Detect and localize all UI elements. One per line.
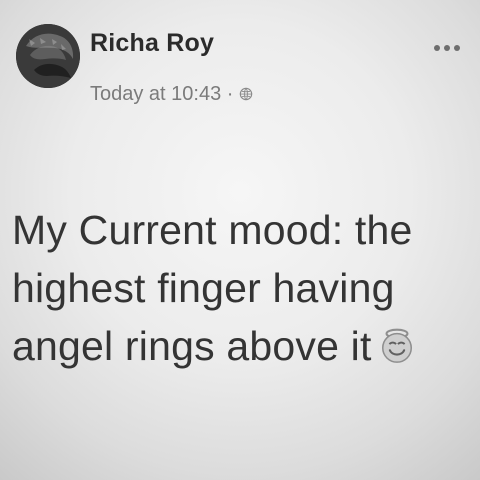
post-body: My Current mood: the highest finger havi… [12,201,458,375]
globe-icon [239,87,253,101]
more-options-button[interactable] [434,45,460,51]
more-options-icon [444,45,450,51]
post-timestamp[interactable]: Today at 10:43 · [90,84,233,104]
smiling-face-with-halo-icon [378,327,416,365]
avatar[interactable] [16,24,80,88]
author-name[interactable]: Richa Roy [90,31,214,56]
social-post: Richa Roy Today at 10:43 · My Current mo… [0,0,480,480]
post-text: My Current mood: the highest finger havi… [12,207,413,369]
post-meta: Today at 10:43 · [90,84,253,104]
more-options-icon [434,45,440,51]
more-options-icon [454,45,460,51]
